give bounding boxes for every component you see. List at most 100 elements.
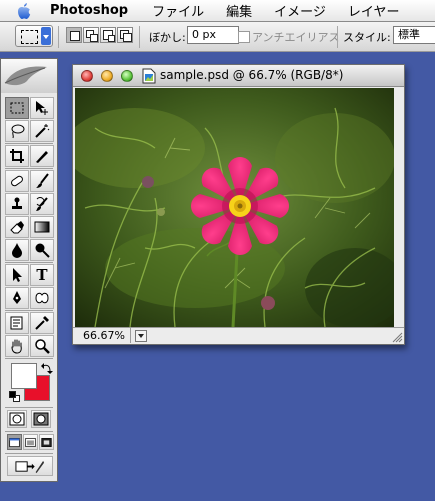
- eyedropper-icon: [35, 316, 49, 330]
- window-icon: [25, 437, 36, 447]
- separator: [58, 26, 59, 48]
- tool-eyedropper[interactable]: [30, 312, 54, 334]
- add-selection-button[interactable]: [83, 27, 99, 43]
- psd-document-icon: [142, 68, 156, 84]
- tool-lasso[interactable]: [5, 120, 29, 142]
- move-icon: [36, 101, 48, 115]
- screen-mode-standard[interactable]: [7, 434, 22, 450]
- tool-history-brush[interactable]: [30, 193, 54, 215]
- tool-custom-shape[interactable]: [30, 287, 54, 309]
- new-selection-button[interactable]: [66, 27, 82, 43]
- notes-icon: [10, 316, 23, 330]
- tool-hand[interactable]: [5, 335, 29, 357]
- tool-brush[interactable]: [30, 170, 54, 192]
- quick-mask-icon: [33, 412, 49, 426]
- tool-path-selection[interactable]: [5, 264, 29, 286]
- antialias-checkbox[interactable]: [238, 31, 250, 43]
- separator: [5, 310, 53, 311]
- window-icon: [9, 437, 20, 447]
- gradient-icon: [34, 221, 50, 233]
- pen-icon: [13, 291, 21, 304]
- zoom-field[interactable]: 66.67%: [75, 328, 131, 343]
- rect-marquee-icon: [10, 102, 24, 114]
- bandage-icon: [11, 175, 23, 187]
- type-icon: T: [36, 266, 48, 284]
- feather-label: ぼかし:: [149, 31, 186, 44]
- resize-grip-icon[interactable]: [392, 332, 403, 343]
- marquee-icon: [21, 30, 38, 44]
- tool-zoom[interactable]: [30, 335, 54, 357]
- intersect-selection-button[interactable]: [117, 27, 133, 43]
- tool-marquee[interactable]: [5, 97, 29, 119]
- apple-icon[interactable]: [16, 2, 32, 20]
- imageready-icon: [15, 460, 45, 473]
- quick-mask-button[interactable]: [31, 410, 51, 428]
- document-window: sample.psd @ 66.7% (RGB/8*) 66.67%: [72, 64, 405, 345]
- tool-blur[interactable]: [5, 239, 29, 261]
- crop-icon: [10, 149, 24, 163]
- hand-icon: [11, 339, 22, 354]
- standard-mode-icon: [9, 412, 25, 426]
- tool-type[interactable]: T: [30, 264, 54, 286]
- tool-healing-brush[interactable]: [5, 170, 29, 192]
- toolbox: T: [0, 58, 58, 482]
- lasso-icon: [11, 124, 25, 139]
- brush-icon: [36, 173, 49, 188]
- eraser-icon: [10, 221, 24, 234]
- custom-shape-icon: [35, 292, 49, 304]
- menu-edit[interactable]: 編集: [226, 1, 252, 20]
- tool-crop[interactable]: [5, 145, 29, 167]
- jump-to-imageready-button[interactable]: [7, 456, 53, 476]
- toolbox-header[interactable]: [1, 59, 57, 93]
- stamp-icon: [12, 197, 22, 209]
- close-button[interactable]: [81, 70, 93, 82]
- separator: [5, 453, 53, 454]
- menu-image[interactable]: イメージ: [274, 1, 326, 20]
- image-canvas[interactable]: [75, 88, 394, 327]
- separator: [5, 143, 53, 144]
- tool-slice[interactable]: [30, 145, 54, 167]
- document-titlebar[interactable]: sample.psd @ 66.7% (RGB/8*): [73, 65, 404, 87]
- menu-photoshop[interactable]: Photoshop: [50, 3, 128, 18]
- separator: [5, 358, 53, 359]
- standard-mode-button[interactable]: [7, 410, 27, 428]
- tool-magic-wand[interactable]: [30, 120, 54, 142]
- subtract-selection-button[interactable]: [100, 27, 116, 43]
- menu-file[interactable]: ファイル: [152, 1, 204, 20]
- document-status-bar: 66.67%: [73, 327, 404, 344]
- status-menu-icon[interactable]: [135, 330, 147, 342]
- droplet-icon: [12, 243, 22, 258]
- style-label: スタイル:: [343, 31, 391, 44]
- tool-gradient[interactable]: [30, 216, 54, 238]
- swap-colors-icon[interactable]: [41, 362, 53, 374]
- tool-move[interactable]: [30, 97, 54, 119]
- tool-clone-stamp[interactable]: [5, 193, 29, 215]
- tool-dodge[interactable]: [30, 239, 54, 261]
- screen-mode-full-menu[interactable]: [23, 434, 38, 450]
- separator: [5, 168, 53, 169]
- zoom-button[interactable]: [121, 70, 133, 82]
- tool-eraser[interactable]: [5, 216, 29, 238]
- tool-notes[interactable]: [5, 312, 29, 334]
- separator: [139, 26, 140, 48]
- tool-preset-picker[interactable]: [15, 25, 53, 47]
- minimize-button[interactable]: [101, 70, 113, 82]
- menu-bar: Photoshop ファイル 編集 イメージ レイヤー: [0, 0, 435, 22]
- separator: [337, 26, 338, 48]
- path-select-icon: [13, 268, 22, 282]
- flower-photo: [75, 88, 394, 327]
- feather-logo-icon: [4, 66, 47, 86]
- menu-layer[interactable]: レイヤー: [348, 1, 400, 20]
- separator: [5, 431, 53, 432]
- feather-input[interactable]: 0 px: [187, 26, 239, 44]
- history-brush-icon: [36, 197, 48, 211]
- document-title: sample.psd @ 66.7% (RGB/8*): [160, 68, 344, 82]
- style-select[interactable]: 標準: [393, 26, 435, 44]
- chevron-down-icon: [41, 27, 51, 45]
- default-colors-icon[interactable]: [9, 391, 21, 403]
- foreground-color-swatch[interactable]: [11, 363, 37, 389]
- tool-pen[interactable]: [5, 287, 29, 309]
- screen-mode-full[interactable]: [39, 434, 54, 450]
- options-bar: ぼかし: 0 px アンチエイリアス スタイル: 標準: [0, 22, 435, 52]
- dodge-icon: [35, 243, 50, 258]
